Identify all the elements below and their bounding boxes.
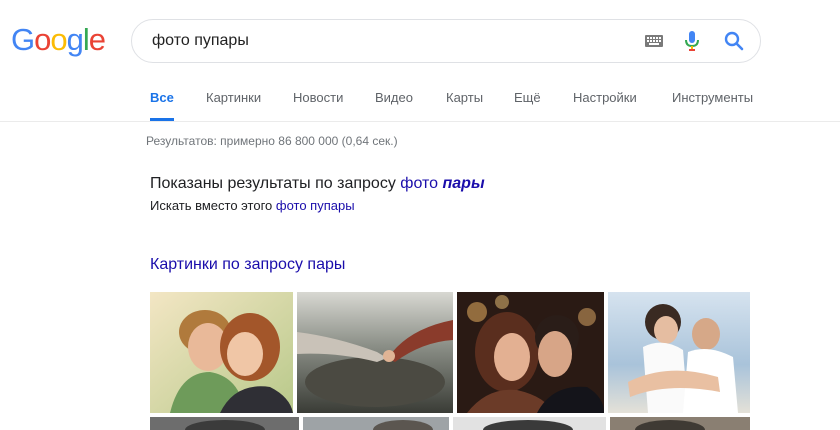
image-thumbnail[interactable] (297, 292, 453, 413)
logo-letter: e (88, 22, 106, 57)
logo-letter: g (66, 22, 84, 57)
correction-prefix: Показаны результаты по запросу (150, 175, 396, 192)
tab-all[interactable]: Все (150, 80, 174, 121)
tab-video[interactable]: Видео (375, 80, 413, 118)
image-thumbnail[interactable] (457, 292, 604, 413)
logo-letter: o (34, 22, 51, 57)
keyboard-icon[interactable] (644, 33, 664, 49)
image-thumbnail[interactable] (453, 417, 606, 430)
google-logo[interactable]: Google (11, 20, 106, 60)
corrected-query-link[interactable]: фото пары (400, 175, 484, 192)
corrected-query-bold: пары (442, 175, 485, 192)
tab-news[interactable]: Новости (293, 80, 343, 118)
spelling-correction: Показаны результаты по запросу фото пары (150, 175, 485, 193)
instead-prefix: Искать вместо этого (150, 198, 273, 213)
image-thumbnail[interactable] (303, 417, 449, 430)
result-stats: Результатов: примерно 86 800 000 (0,64 с… (146, 134, 398, 148)
tab-settings[interactable]: Настройки (573, 80, 637, 118)
tab-images[interactable]: Картинки (206, 80, 261, 118)
search-box[interactable] (131, 19, 761, 63)
search-tabs: Все Картинки Новости Видео Карты Ещё Нас… (0, 80, 840, 122)
original-query-link[interactable]: фото пупары (276, 198, 355, 213)
logo-letter: G (11, 22, 35, 57)
search-icon[interactable] (723, 30, 745, 52)
search-instead: Искать вместо этого фото пупары (150, 198, 355, 213)
tab-maps[interactable]: Карты (446, 80, 483, 118)
logo-letter: o (50, 22, 67, 57)
image-thumbnail[interactable] (608, 292, 750, 413)
image-thumbnail[interactable] (150, 417, 299, 430)
tab-tools[interactable]: Инструменты (672, 80, 753, 118)
image-thumbnail[interactable] (150, 292, 293, 413)
microphone-icon[interactable] (682, 30, 702, 52)
corrected-query-plain: фото (400, 175, 439, 192)
tab-more[interactable]: Ещё (514, 80, 541, 118)
image-thumbnail[interactable] (610, 417, 750, 430)
search-input[interactable] (152, 20, 622, 62)
images-section-heading[interactable]: Картинки по запросу пары (150, 256, 345, 274)
